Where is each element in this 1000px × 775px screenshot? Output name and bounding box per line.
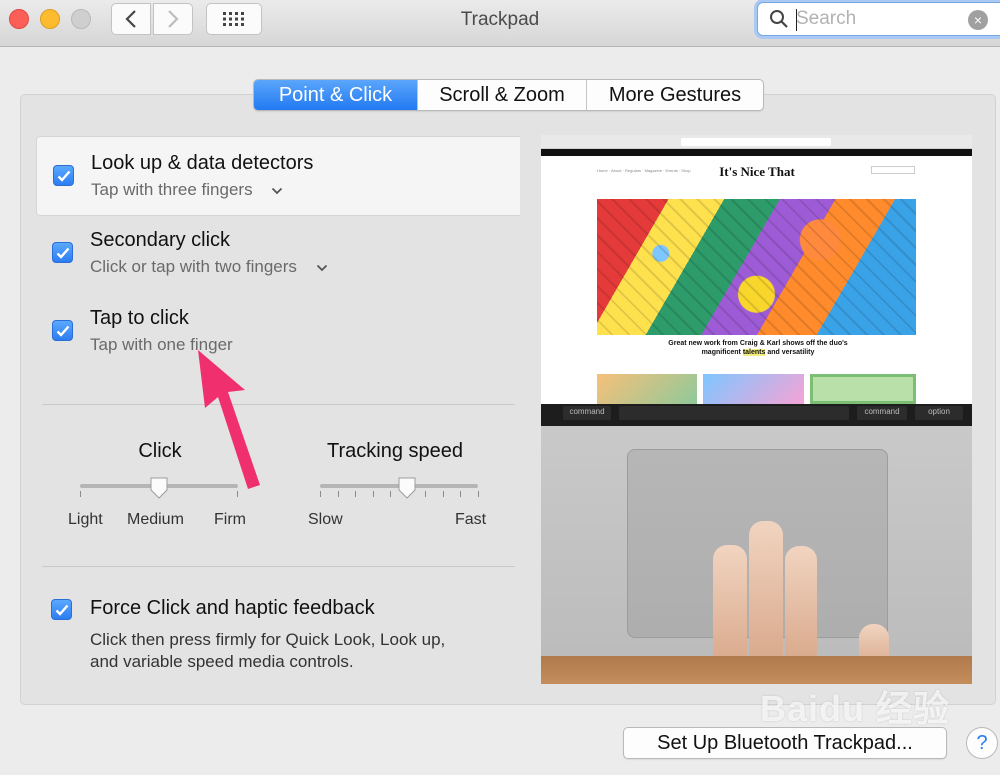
browser-toolbar xyxy=(541,135,972,149)
look-up-checkbox[interactable] xyxy=(53,165,74,186)
look-up-title: Look up & data detectors xyxy=(91,152,314,174)
finger xyxy=(749,521,783,661)
tap-to-click-title: Tap to click xyxy=(90,307,189,329)
tick xyxy=(80,491,81,497)
secondary-click-checkbox[interactable] xyxy=(52,242,73,263)
tab-more-gestures[interactable]: More Gestures xyxy=(586,80,763,110)
site-logo: It's Nice That xyxy=(719,164,795,179)
checkmark-icon xyxy=(56,325,69,337)
tick xyxy=(478,491,479,497)
checkmark-icon xyxy=(56,247,69,259)
divider xyxy=(42,566,515,567)
checkmark-icon xyxy=(57,170,70,182)
setup-bluetooth-trackpad-button[interactable]: Set Up Bluetooth Trackpad... xyxy=(623,727,947,759)
secondary-click-subtitle: Click or tap with two fingers xyxy=(90,257,297,276)
look-up-subtitle: Tap with three fingers xyxy=(91,180,253,199)
click-mid-label: Medium xyxy=(127,511,184,528)
force-click-description-1: Click then press firmly for Quick Look, … xyxy=(90,630,446,649)
tracking-slider-thumb[interactable] xyxy=(397,477,417,499)
gesture-preview-image: Home · About · Regulars · Magazine · Eve… xyxy=(541,135,972,684)
article-caption: Great new work from Craig & Karl shows o… xyxy=(668,340,848,356)
tick xyxy=(372,491,374,497)
checkmark-icon xyxy=(55,604,68,616)
chevron-down-icon xyxy=(272,187,283,194)
divider xyxy=(42,404,515,405)
site-nav-bar xyxy=(541,149,972,156)
click-max-label: Firm xyxy=(214,511,246,528)
tick xyxy=(320,491,321,497)
clear-search-icon[interactable]: × xyxy=(968,10,988,30)
force-click-checkbox[interactable] xyxy=(51,599,72,620)
force-click-title: Force Click and haptic feedback xyxy=(90,597,375,619)
article-thumbnails xyxy=(597,374,916,404)
tick xyxy=(390,491,392,497)
tab-scroll-zoom[interactable]: Scroll & Zoom xyxy=(417,80,586,110)
tap-to-click-checkbox[interactable] xyxy=(52,320,73,341)
help-button[interactable]: ? xyxy=(966,727,998,759)
search-icon xyxy=(764,4,794,34)
click-min-label: Light xyxy=(68,511,103,528)
tick xyxy=(460,491,462,497)
chevron-down-icon xyxy=(316,264,327,271)
look-up-subtitle-dropdown[interactable]: Tap with three fingers xyxy=(91,180,283,200)
option-key: option xyxy=(915,406,963,420)
laptop-surface xyxy=(541,426,972,669)
option-secondary-click[interactable]: Secondary click Click or tap with two fi… xyxy=(36,214,520,294)
force-click-description-2: and variable speed media controls. xyxy=(90,652,354,671)
finger xyxy=(713,545,747,665)
secondary-click-subtitle-dropdown[interactable]: Click or tap with two fingers xyxy=(90,257,328,277)
tracking-slider-label: Tracking speed xyxy=(327,440,463,462)
secondary-click-title: Secondary click xyxy=(90,229,231,251)
tick xyxy=(442,491,444,497)
tab-point-click[interactable]: Point & Click xyxy=(254,80,417,110)
finger xyxy=(785,546,817,661)
keyboard: command command option xyxy=(541,404,972,426)
tracking-min-label: Slow xyxy=(308,511,343,528)
annotation-arrow-icon xyxy=(198,350,260,489)
tick xyxy=(425,491,427,497)
tab-bar: Point & Click Scroll & Zoom More Gesture… xyxy=(253,79,764,111)
tick xyxy=(337,491,339,497)
search-field[interactable]: × xyxy=(757,2,1000,36)
option-tap-to-click[interactable]: Tap to click Tap with one finger xyxy=(36,292,520,372)
command-key: command xyxy=(563,406,611,420)
spacebar-key xyxy=(619,406,849,420)
baidu-watermark: Baidu 经验 xyxy=(760,688,951,729)
command-key: command xyxy=(857,406,907,420)
option-look-up[interactable]: Look up & data detectors Tap with three … xyxy=(36,136,520,216)
tracking-max-label: Fast xyxy=(455,511,487,528)
site-body: Home · About · Regulars · Magazine · Eve… xyxy=(593,156,921,404)
search-input[interactable] xyxy=(796,8,966,30)
title-bar: Trackpad × xyxy=(0,0,1000,47)
tick xyxy=(355,491,357,497)
text-caret xyxy=(796,9,797,31)
click-slider-thumb[interactable] xyxy=(149,477,169,499)
artwork-image xyxy=(597,199,916,335)
